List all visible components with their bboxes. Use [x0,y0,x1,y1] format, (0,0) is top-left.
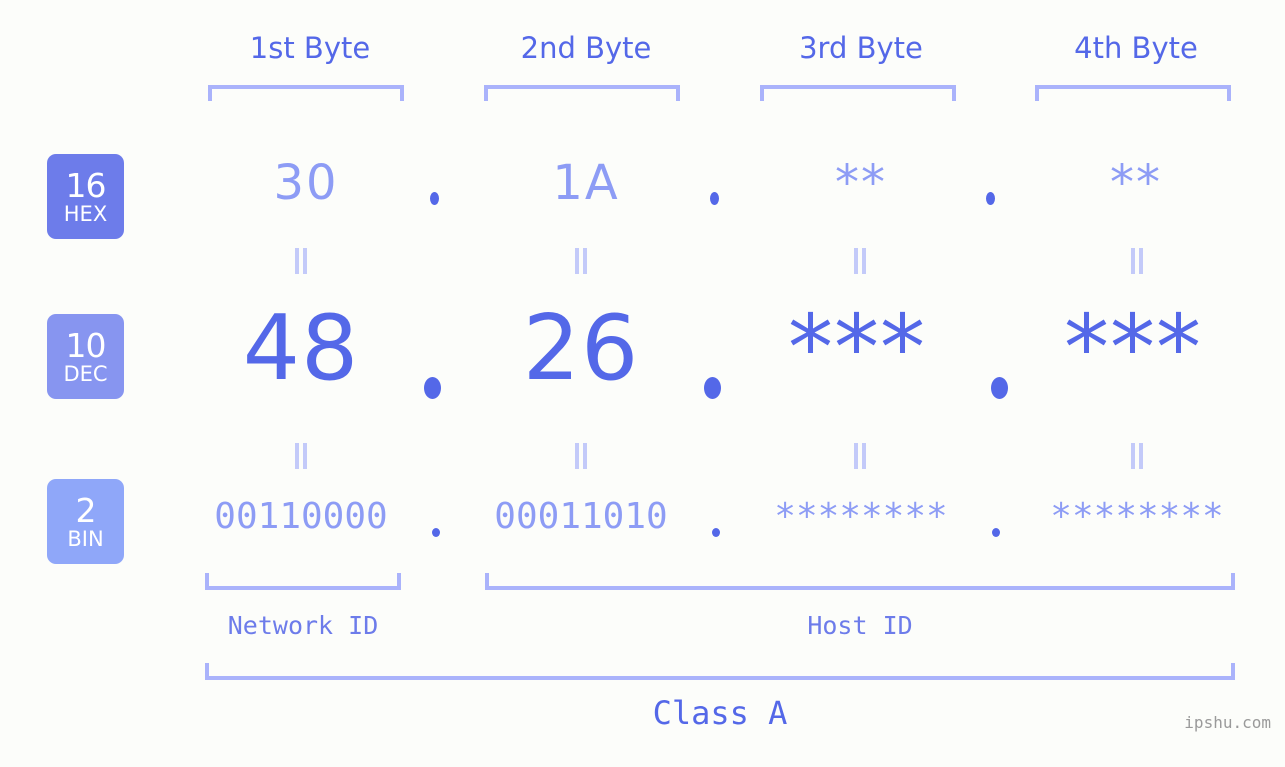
equals-icon-hex-dec-1 [292,248,310,274]
hex-byte-3-value: ** [835,155,887,211]
hex-byte-2-value: 1A [552,155,620,211]
bin-separator-dot-2 [712,528,720,537]
equals-icon-dec-bin-3 [851,443,869,469]
equals-icon-hex-dec-2 [572,248,590,274]
base-badge-dec-system: DEC [63,361,108,386]
base-badge-bin: 2 BIN [47,479,124,564]
hex-separator-dot-3 [986,192,995,205]
bin-byte-3-value: ******** [774,496,948,537]
equals-icon-dec-bin-4 [1128,443,1146,469]
ip-byte-breakdown-diagram: 1st Byte 2nd Byte 3rd Byte 4th Byte 16 H… [0,0,1285,767]
base-badge-dec: 10 DEC [47,314,124,399]
base-badge-hex-system: HEX [63,201,108,226]
bin-byte-1-value: 00110000 [214,496,388,537]
bin-byte-4-value: ******** [1050,496,1224,537]
network-id-label: Network ID [227,611,379,640]
base-badge-dec-number: 10 [65,325,107,365]
byte-header-2: 2nd Byte [520,31,652,65]
byte-header-4: 4th Byte [1074,31,1198,65]
dec-separator-dot-3 [991,377,1008,399]
top-bracket-byte-1 [208,85,404,101]
dec-byte-2-value: 26 [522,296,640,401]
top-bracket-byte-2 [484,85,680,101]
dec-separator-dot-1 [424,377,441,399]
dec-byte-1-value: 48 [242,296,360,401]
host-id-label: Host ID [807,611,913,640]
hex-byte-1-value: 30 [273,155,339,211]
equals-icon-hex-dec-3 [851,248,869,274]
bin-separator-dot-1 [432,528,440,537]
equals-icon-dec-bin-2 [572,443,590,469]
equals-icon-dec-bin-1 [292,443,310,469]
dec-separator-dot-2 [704,377,721,399]
host-id-bracket [485,573,1235,590]
base-badge-bin-number: 2 [75,490,97,530]
base-badge-bin-system: BIN [67,526,104,551]
base-badge-hex: 16 HEX [47,154,124,239]
top-bracket-byte-3 [760,85,956,101]
site-watermark: ipshu.com [1184,713,1271,732]
top-bracket-byte-4 [1035,85,1231,101]
byte-header-3: 3rd Byte [799,31,923,65]
class-bracket [205,663,1235,680]
bin-separator-dot-3 [992,528,1000,537]
byte-header-1: 1st Byte [249,31,371,65]
base-badge-hex-number: 16 [65,165,107,205]
hex-byte-4-value: ** [1110,155,1162,211]
hex-separator-dot-1 [430,192,439,205]
hex-separator-dot-2 [710,192,719,205]
equals-icon-hex-dec-4 [1128,248,1146,274]
class-label: Class A [652,694,788,732]
bin-byte-2-value: 00011010 [494,496,668,537]
dec-byte-3-value: *** [788,296,926,401]
dec-byte-4-value: *** [1064,296,1202,401]
network-id-bracket [205,573,401,590]
